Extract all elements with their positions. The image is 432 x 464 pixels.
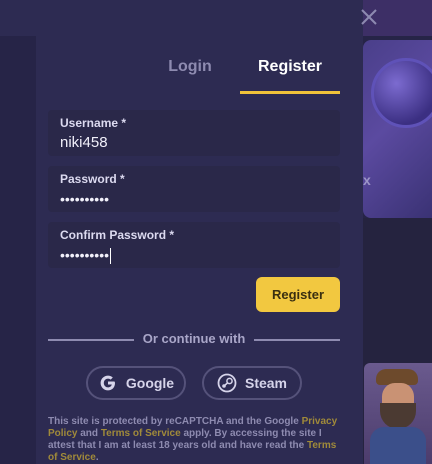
confirm-password-input[interactable]: ••••••••••: [60, 246, 328, 265]
close-icon[interactable]: [359, 8, 379, 28]
username-label: Username *: [60, 116, 127, 130]
divider-line-right: [254, 339, 340, 341]
username-field[interactable]: Username * niki458: [48, 110, 340, 156]
legal-text-end: .: [95, 452, 99, 463]
background-game-thumbnail: [364, 363, 432, 464]
google-icon: [98, 373, 118, 393]
steam-login-button[interactable]: Steam: [202, 366, 302, 400]
active-tab-indicator: [240, 91, 340, 94]
legal-text-part1: This site is protected by reCAPTCHA and …: [48, 416, 302, 427]
divider-text: Or continue with: [142, 331, 246, 346]
legal-notice: This site is protected by reCAPTCHA and …: [48, 416, 348, 464]
terms-of-service-link[interactable]: Terms of Service: [101, 428, 181, 439]
password-field[interactable]: Password * ••••••••••: [48, 166, 340, 212]
username-input[interactable]: niki458: [60, 134, 328, 152]
background-planet-art: [371, 58, 432, 128]
confirm-password-label: Confirm Password *: [60, 228, 175, 242]
steam-button-label: Steam: [244, 375, 288, 391]
divider: Or continue with: [48, 330, 340, 348]
password-input[interactable]: ••••••••••: [60, 190, 328, 208]
steam-icon: [217, 373, 237, 393]
legal-text-and: and: [77, 428, 101, 439]
confirm-password-value: ••••••••••: [60, 247, 110, 263]
confirm-password-field[interactable]: Confirm Password * ••••••••••: [48, 222, 340, 268]
auth-modal: Login Register Username * niki458 Passwo…: [36, 0, 377, 464]
tab-login[interactable]: Login: [152, 58, 228, 94]
tab-register-label: Register: [257, 58, 323, 75]
tab-register[interactable]: Register: [240, 58, 340, 94]
thumbnail-coat-art: [370, 427, 426, 464]
thumbnail-beard-art: [380, 403, 416, 429]
register-button[interactable]: Register: [256, 277, 340, 312]
background-promo-card: x: [363, 40, 432, 218]
google-button-label: Google: [125, 375, 175, 391]
google-login-button[interactable]: Google: [86, 366, 186, 400]
text-caret: [110, 248, 112, 265]
divider-line-left: [48, 339, 134, 341]
background-card-mark: x: [363, 172, 371, 188]
password-label: Password *: [60, 172, 125, 186]
